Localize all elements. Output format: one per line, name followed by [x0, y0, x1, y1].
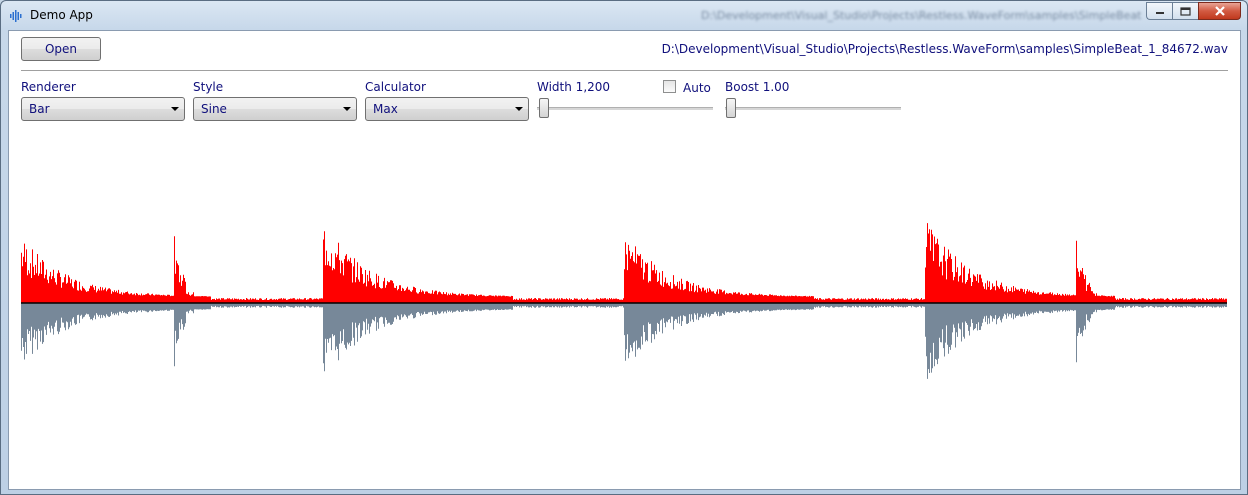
boost-slider-thumb[interactable] — [726, 98, 736, 118]
renderer-combo[interactable]: Bar — [21, 97, 185, 121]
minimize-icon — [1155, 12, 1164, 14]
maximize-button[interactable] — [1172, 2, 1198, 20]
auto-checkbox[interactable] — [663, 80, 676, 93]
app-window: Demo App D:\Development\Visual_Studio\Pr… — [0, 0, 1248, 495]
renderer-value: Bar — [29, 102, 50, 116]
chevron-down-icon — [515, 107, 523, 111]
calculator-label: Calculator — [365, 80, 426, 94]
minimize-button[interactable] — [1146, 2, 1172, 20]
waveform-display — [21, 223, 1227, 379]
audio-waveform-icon — [10, 10, 22, 22]
file-path-label: D:\Development\Visual_Studio\Projects\Re… — [661, 42, 1228, 56]
chevron-down-icon — [343, 107, 351, 111]
style-value: Sine — [201, 102, 227, 116]
waveform-bottom-channel — [21, 303, 1227, 379]
width-slider[interactable] — [537, 97, 713, 121]
renderer-label: Renderer — [21, 80, 76, 94]
boost-slider-track — [725, 107, 901, 110]
window-title-path: D:\Development\Visual_Studio\Projects\Re… — [701, 9, 1142, 22]
toolbar-separator — [21, 70, 1228, 71]
title-bar[interactable]: Demo App D:\Development\Visual_Studio\Pr… — [1, 1, 1247, 30]
waveform-top-channel — [21, 223, 1227, 303]
maximize-icon — [1180, 6, 1191, 16]
width-label: Width 1,200 — [537, 80, 611, 94]
chevron-down-icon — [171, 107, 179, 111]
calculator-value: Max — [373, 102, 398, 116]
main-content: Open D:\Development\Visual_Studio\Projec… — [8, 30, 1241, 490]
style-combo[interactable]: Sine — [193, 97, 357, 121]
open-button[interactable]: Open — [21, 37, 101, 61]
close-icon — [1214, 6, 1225, 16]
style-label: Style — [193, 80, 224, 94]
close-button[interactable] — [1198, 2, 1241, 20]
calculator-combo[interactable]: Max — [365, 97, 529, 121]
caption-buttons — [1146, 2, 1241, 20]
auto-label: Auto — [683, 81, 711, 95]
boost-slider[interactable] — [725, 97, 901, 121]
width-slider-track — [537, 107, 713, 110]
window-title: Demo App — [30, 8, 93, 22]
width-slider-thumb[interactable] — [539, 98, 549, 118]
boost-label: Boost 1.00 — [725, 80, 790, 94]
